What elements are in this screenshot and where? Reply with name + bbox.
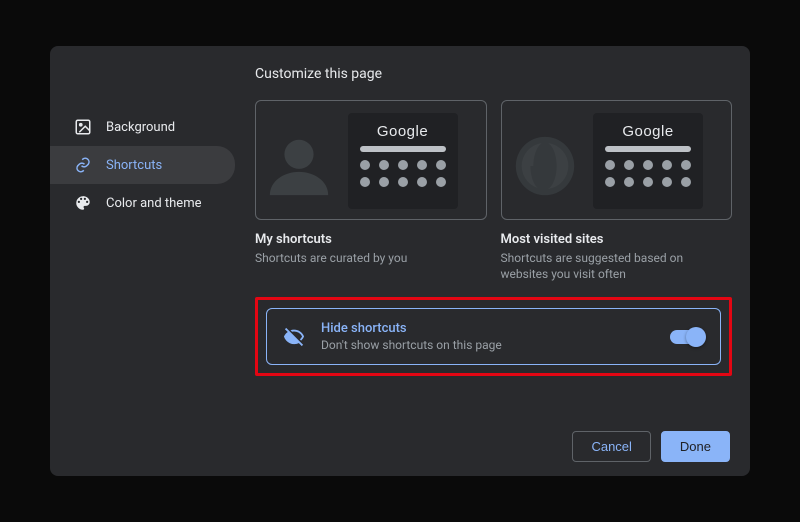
shortcut-dots [605, 160, 691, 187]
person-icon [264, 131, 334, 201]
cancel-button[interactable]: Cancel [572, 431, 650, 462]
option-desc: Shortcuts are curated by you [255, 250, 487, 266]
preview-tile: Google [593, 113, 703, 209]
hide-shortcuts-toggle[interactable] [670, 330, 704, 344]
brand-label: Google [622, 123, 673, 140]
option-title: My shortcuts [255, 232, 487, 247]
option-most-visited-preview[interactable]: Google [501, 100, 733, 220]
search-bar-icon [605, 146, 691, 152]
customize-dialog: Background Shortcuts Color and theme Cus… [50, 46, 750, 476]
search-bar-icon [360, 146, 446, 152]
page-title: Customize this page [255, 66, 732, 82]
option-most-visited: Google Most visited sites Shortcuts are … [501, 100, 733, 282]
shortcut-dots [360, 160, 446, 187]
option-my-shortcuts-preview[interactable]: Google [255, 100, 487, 220]
hide-shortcuts-text: Hide shortcuts Don't show shortcuts on t… [321, 321, 654, 352]
sidebar-item-label: Color and theme [106, 196, 202, 211]
image-icon [74, 118, 92, 136]
sidebar: Background Shortcuts Color and theme [50, 96, 245, 476]
hide-shortcuts-title: Hide shortcuts [321, 321, 654, 336]
done-button[interactable]: Done [661, 431, 730, 462]
sidebar-item-shortcuts[interactable]: Shortcuts [50, 146, 235, 184]
option-title: Most visited sites [501, 232, 733, 247]
sidebar-item-label: Shortcuts [106, 158, 162, 173]
globe-icon [510, 131, 580, 201]
brand-label: Google [377, 123, 428, 140]
option-desc: Shortcuts are suggested based on website… [501, 250, 733, 282]
link-icon [74, 156, 92, 174]
preview-tile: Google [348, 113, 458, 209]
annotation-highlight: Hide shortcuts Don't show shortcuts on t… [255, 297, 732, 376]
hide-shortcuts-card[interactable]: Hide shortcuts Don't show shortcuts on t… [266, 308, 721, 365]
palette-icon [74, 194, 92, 212]
toggle-knob [686, 327, 706, 347]
sidebar-item-background[interactable]: Background [50, 108, 235, 146]
sidebar-item-color-theme[interactable]: Color and theme [50, 184, 235, 222]
main-panel: Customize this page Google My shortcuts [245, 96, 750, 476]
hide-shortcuts-desc: Don't show shortcuts on this page [321, 338, 654, 352]
shortcut-options-row: Google My shortcuts Shortcuts are curate… [255, 100, 732, 282]
sidebar-item-label: Background [106, 120, 175, 135]
dialog-footer: Cancel Done [572, 431, 730, 462]
option-my-shortcuts: Google My shortcuts Shortcuts are curate… [255, 100, 487, 282]
visibility-off-icon [283, 326, 305, 348]
